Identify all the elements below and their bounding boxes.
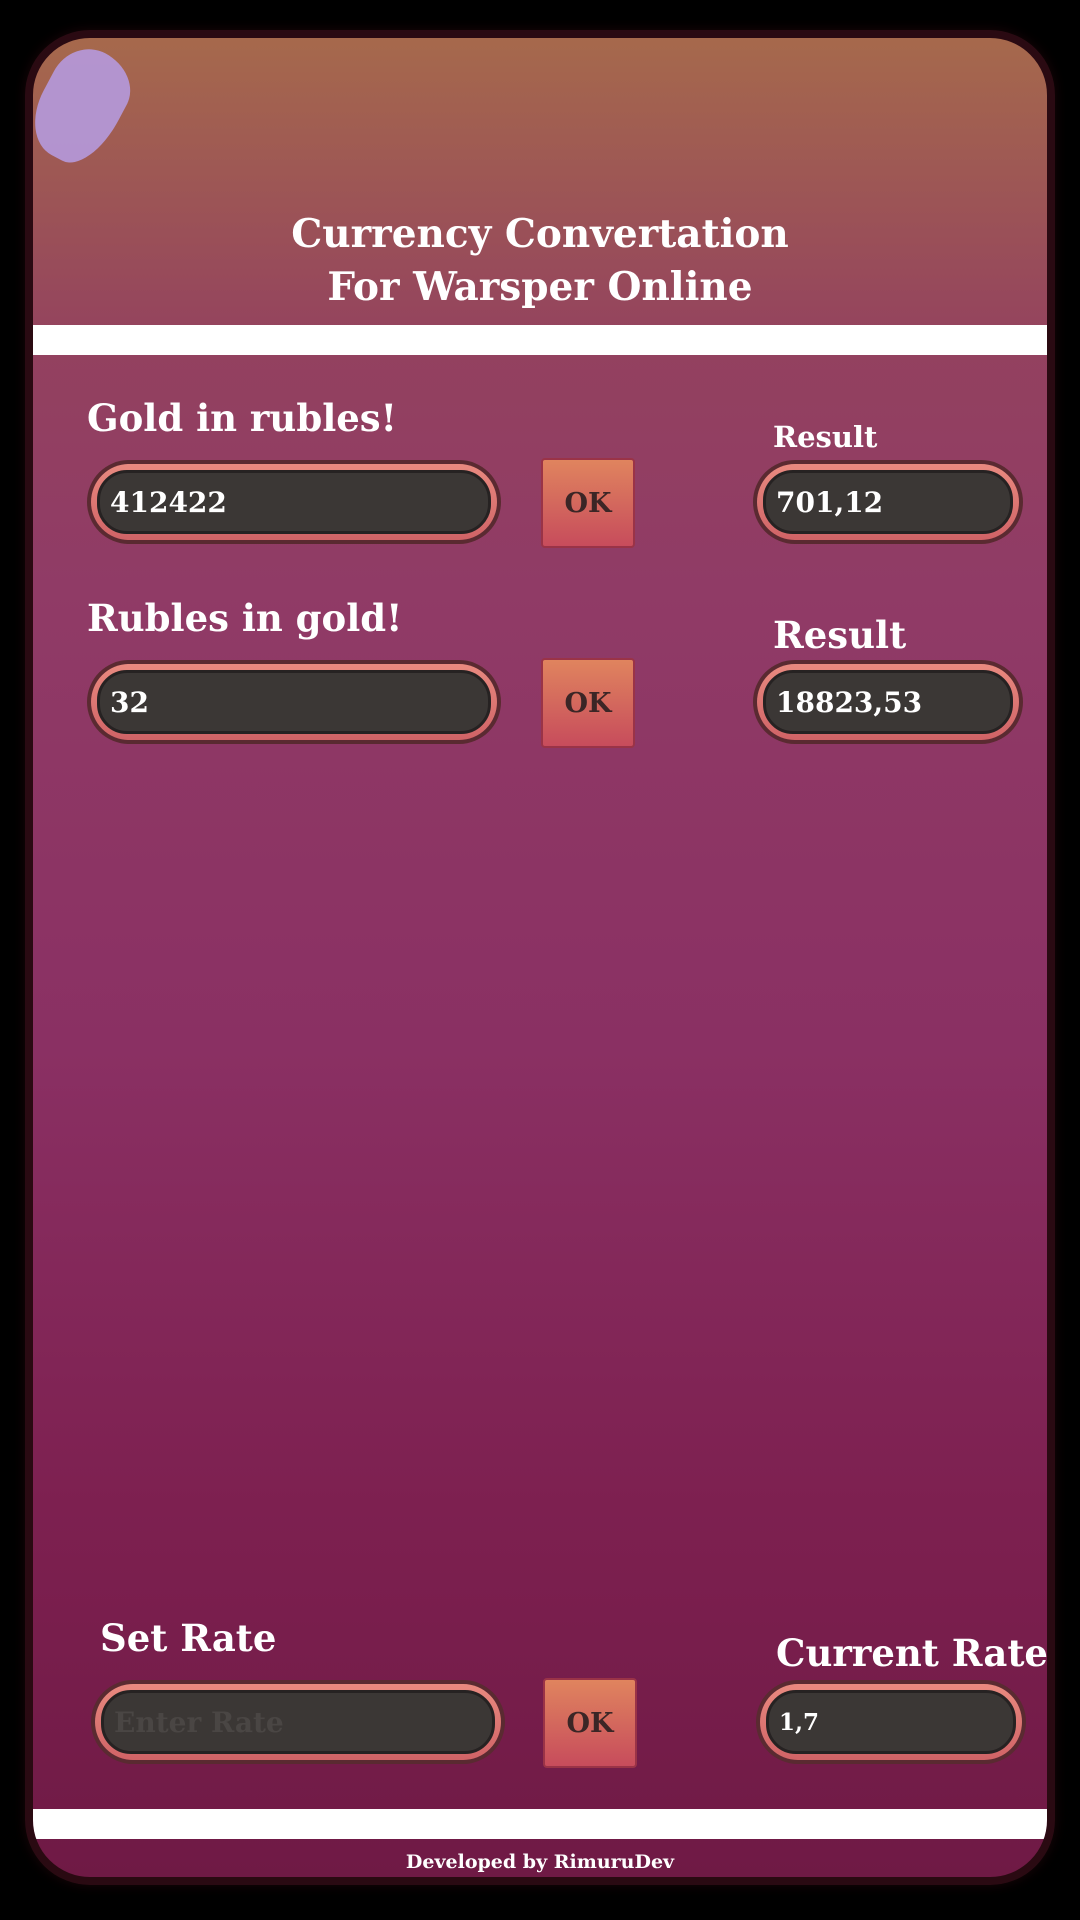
rubles-amount-input[interactable]: 32 (87, 660, 501, 744)
gold-amount-value[interactable]: 412422 (97, 470, 491, 534)
current-rate-label: Current Rate (776, 1631, 1048, 1675)
rubles-amount-value[interactable]: 32 (97, 670, 491, 734)
rubles-result-label: Result (773, 613, 907, 657)
gold-result-label: Result (773, 420, 878, 454)
rubles-in-gold-label: Rubles in gold! (87, 596, 403, 640)
gold-result-field: 701,12 (753, 460, 1023, 544)
rubles-result-field: 18823,53 (753, 660, 1023, 744)
set-rate-label: Set Rate (100, 1616, 277, 1660)
gold-result-value: 701,12 (763, 470, 1013, 534)
title-line-1: Currency Convertation (291, 211, 789, 257)
decorative-blob (33, 38, 144, 176)
rate-input-placeholder[interactable]: Enter Rate (101, 1690, 495, 1754)
gold-ok-button[interactable]: OK (541, 458, 635, 548)
page-title: Currency Convertation For Warsper Online (33, 208, 1047, 314)
rubles-ok-button[interactable]: OK (541, 658, 635, 748)
current-rate-value: 1,7 (766, 1690, 1016, 1754)
rate-input[interactable]: Enter Rate (91, 1680, 505, 1764)
title-line-2: For Warsper Online (327, 264, 753, 310)
rate-ok-button[interactable]: OK (543, 1678, 637, 1768)
current-rate-field: 1,7 (756, 1680, 1026, 1764)
developer-credit: Developed by RimuruDev (405, 1851, 675, 1873)
gold-amount-input[interactable]: 412422 (87, 460, 501, 544)
rubles-result-value: 18823,53 (763, 670, 1013, 734)
app-window: Currency Convertation For Warsper Online… (25, 30, 1055, 1885)
header-divider (33, 325, 1047, 355)
footer-divider (33, 1809, 1047, 1839)
gold-in-rubles-label: Gold in rubles! (87, 396, 397, 440)
